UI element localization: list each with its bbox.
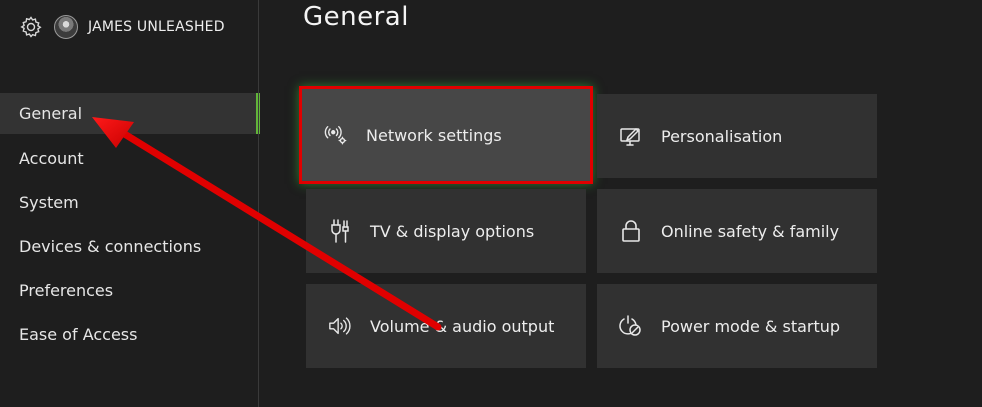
tile-volume-audio-output[interactable]: Volume & audio output: [306, 284, 586, 368]
sidebar-item-label: Ease of Access: [19, 325, 138, 344]
sidebar-item-devices-connections[interactable]: Devices & connections: [0, 225, 258, 269]
network-icon: [324, 123, 348, 147]
tile-power-mode-startup[interactable]: Power mode & startup: [597, 284, 877, 368]
sidebar-divider: [258, 0, 259, 407]
sidebar-item-account[interactable]: Account: [0, 137, 258, 181]
sidebar-item-label: Devices & connections: [19, 237, 202, 256]
profile-header: JAMES UNLEASHED: [18, 12, 225, 42]
tile-label: Personalisation: [661, 126, 783, 146]
lock-icon: [619, 219, 643, 243]
tile-online-safety-family[interactable]: Online safety & family: [597, 189, 877, 273]
tile-personalisation[interactable]: Personalisation: [597, 94, 877, 178]
tile-label: Online safety & family: [661, 221, 840, 241]
personalisation-icon: [619, 124, 643, 148]
sidebar-item-general[interactable]: General: [0, 93, 260, 134]
tile-network-settings[interactable]: Network settings: [299, 86, 593, 184]
settings-nav: General Account System Devices & connect…: [0, 93, 260, 357]
sidebar: JAMES UNLEASHED General Account System D…: [0, 0, 260, 407]
tile-label: Volume & audio output: [370, 316, 555, 336]
sidebar-item-ease-of-access[interactable]: Ease of Access: [0, 313, 258, 357]
tile-label: Network settings: [366, 125, 502, 145]
gamertag: JAMES UNLEASHED: [88, 19, 225, 35]
page-title: General: [303, 2, 409, 32]
tile-tv-display-options[interactable]: TV & display options: [306, 189, 586, 273]
tv-display-icon: [328, 219, 352, 243]
tile-label: TV & display options: [370, 221, 535, 241]
sidebar-item-label: Preferences: [19, 281, 114, 300]
speaker-icon: [328, 314, 352, 338]
sidebar-item-label: Account: [19, 149, 84, 168]
sidebar-item-label: System: [19, 193, 79, 212]
avatar[interactable]: [54, 15, 78, 39]
sidebar-item-label: General: [19, 104, 83, 123]
sidebar-item-preferences[interactable]: Preferences: [0, 269, 258, 313]
power-icon: [619, 314, 643, 338]
sidebar-item-system[interactable]: System: [0, 181, 258, 225]
tile-label: Power mode & startup: [661, 316, 841, 336]
gear-icon[interactable]: [18, 14, 44, 40]
settings-screen: JAMES UNLEASHED General Account System D…: [0, 0, 982, 407]
